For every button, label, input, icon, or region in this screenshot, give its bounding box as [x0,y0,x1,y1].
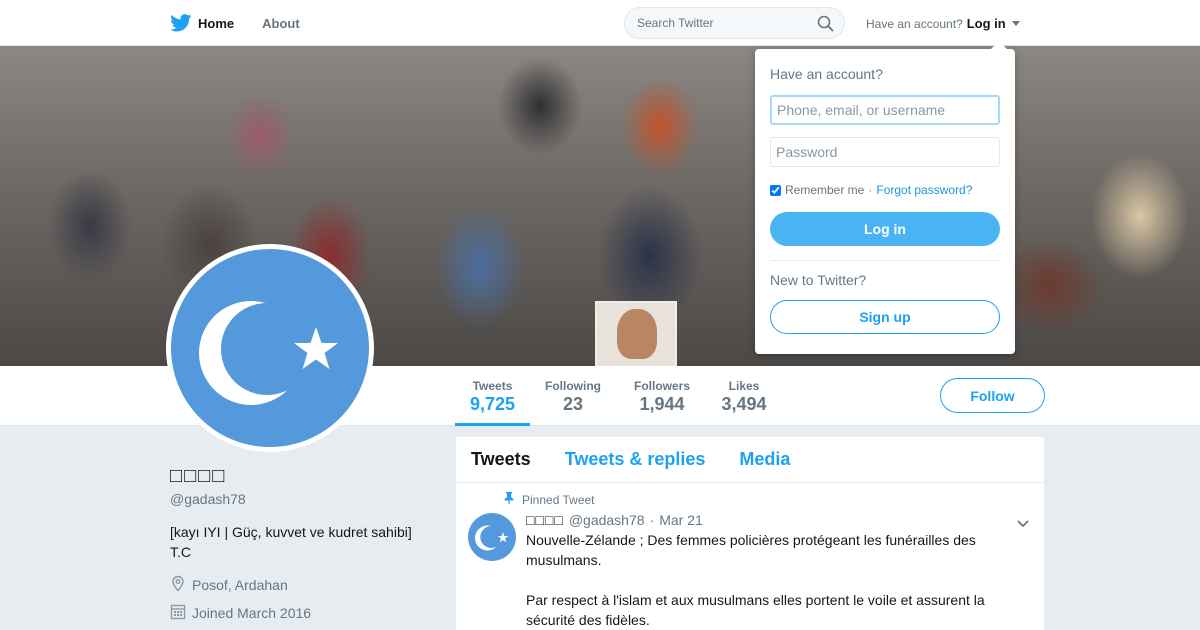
timeline-tabs: Tweets Tweets & replies Media [456,437,1044,483]
stat-followers-value: 1,944 [639,394,685,414]
login-dropdown-title: Have an account? [770,66,883,82]
tab-tweets[interactable]: Tweets [471,449,531,470]
new-to-twitter-text: New to Twitter? [770,272,867,288]
avatar-image [171,249,369,447]
nav-about-link[interactable]: About [262,16,300,31]
dropdown-divider [770,260,1000,261]
stat-likes[interactable]: Likes 3,494 [716,366,772,426]
stat-tweets-label: Tweets [472,379,513,393]
tweet-date[interactable]: Mar 21 [659,512,703,528]
stat-likes-value: 3,494 [721,394,767,414]
tweet-paragraph: Par respect à l'islam et aux musulmans e… [526,592,985,628]
pinned-tweet[interactable]: Pinned Tweet □□□□ @gadash78 · Mar 21 Nou… [456,484,1044,630]
signup-button[interactable]: Sign up [770,300,1000,334]
nav-left-group: Home About [170,0,300,46]
search-box [624,7,845,39]
tweet-author-handle[interactable]: @gadash78 [569,512,645,528]
stat-following-value: 23 [562,394,584,414]
profile-name: □□□□ [170,465,227,487]
stat-followers[interactable]: Followers 1,944 [628,366,696,426]
password-field[interactable] [770,137,1000,167]
profile-joined-text: Joined March 2016 [192,605,312,621]
tab-media[interactable]: Media [739,449,790,470]
top-navigation-bar: Home About Have an account? Log in [0,0,1200,46]
profile-joined: Joined March 2016 [170,603,311,623]
remember-me-row: Remember me · Forgot password? [770,183,972,197]
remember-me-label[interactable]: Remember me [785,183,864,197]
tweet-text: Nouvelle-Zélande ; Des femmes policières… [526,530,1006,630]
caret-down-icon [1011,21,1020,26]
login-link[interactable]: Log in [967,16,1006,31]
pin-icon [504,492,514,507]
profile-avatar[interactable] [166,244,374,452]
profile-location-text: Posof, Ardahan [192,577,288,593]
pinned-indicator: Pinned Tweet [504,492,595,507]
search-input[interactable] [625,8,805,38]
stat-likes-label: Likes [728,379,760,393]
stat-following-label: Following [545,379,601,393]
tweet-paragraph: Nouvelle-Zélande ; Des femmes policières… [526,532,976,568]
account-login-toggle[interactable]: Have an account? Log in [866,16,1020,31]
search-icon[interactable] [817,15,834,37]
stat-following[interactable]: Following 23 [541,366,605,426]
nav-home-link[interactable]: Home [170,14,234,32]
tweet-separator: · [649,512,655,528]
calendar-icon [170,603,186,623]
forgot-password-link[interactable]: Forgot password? [876,183,972,197]
nav-about-label: About [262,15,300,31]
chevron-down-icon[interactable] [1016,516,1030,534]
have-account-text: Have an account? [866,16,963,31]
tweet-avatar[interactable] [468,513,516,561]
crescent-and-star-icon [199,301,338,405]
profile-bio: [kayı IYI | Güç, kuvvet ve kudret sahibi… [170,524,412,560]
login-dropdown: Have an account? Remember me · Forgot pa… [755,41,1015,354]
remember-me-checkbox[interactable] [770,184,781,196]
follow-button[interactable]: Follow [940,378,1045,413]
username-field[interactable] [770,95,1000,125]
pinned-label: Pinned Tweet [522,492,595,507]
stat-followers-label: Followers [633,379,690,393]
location-pin-icon [170,575,186,595]
profile-location: Posof, Ardahan [170,575,288,595]
tab-tweets-and-replies[interactable]: Tweets & replies [565,449,706,470]
tweet-header: □□□□ @gadash78 · Mar 21 [526,512,703,528]
stat-tweets-value: 9,725 [469,394,516,414]
stat-tweets[interactable]: Tweets 9,725 [455,366,530,426]
nav-home-label: Home [198,15,235,31]
profile-handle[interactable]: @gadash78 [170,491,246,507]
tweet-author-name[interactable]: □□□□ [526,512,564,528]
remember-separator: · [868,183,873,197]
twitter-bird-icon [170,14,192,32]
login-button[interactable]: Log in [770,212,1000,246]
crescent-and-star-icon [475,525,509,551]
timeline: Tweets Tweets & replies Media Pinned Twe… [456,437,1044,630]
held-portrait-photo [595,301,677,366]
